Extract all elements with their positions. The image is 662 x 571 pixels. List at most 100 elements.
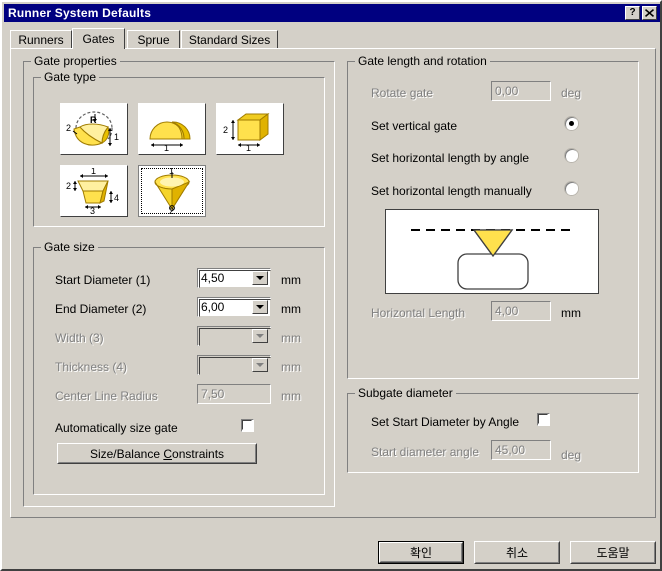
gate-type-trapezoid-gate[interactable]: 1 2 4 3 <box>60 165 128 217</box>
gate-properties-legend: Gate properties <box>31 54 120 68</box>
gate-type-group: Gate type 1 R 2 1 2 1 1 2 4 3 1 2 <box>33 70 325 227</box>
center-line-radius-value: 7,50 <box>201 387 225 401</box>
chevron-down-icon <box>252 358 268 372</box>
subgate-diameter-group: Subgate diameter Set Start Diameter by A… <box>347 386 639 473</box>
svg-text:1: 1 <box>164 143 169 152</box>
width-combo <box>197 326 271 346</box>
subgate-diameter-legend: Subgate diameter <box>355 386 456 400</box>
help-button[interactable]: 도움말 <box>570 541 656 564</box>
svg-text:2: 2 <box>223 125 228 135</box>
tab-standard-sizes-label: Standard Sizes <box>188 33 271 47</box>
rotate-gate-field: 0,00 <box>491 81 551 101</box>
chevron-down-icon[interactable] <box>252 300 268 314</box>
rotate-gate-unit: deg <box>561 86 582 100</box>
window-title: Runner System Defaults <box>8 6 152 20</box>
svg-text:1: 1 <box>114 132 119 142</box>
start-diameter-angle-field: 45,00 <box>491 440 551 460</box>
tab-standard-sizes[interactable]: Standard Sizes <box>181 30 278 49</box>
svg-text:2: 2 <box>169 206 174 214</box>
cone-subgate-icon: 1 2 <box>154 168 191 214</box>
close-icon[interactable] <box>642 6 657 20</box>
set-vertical-gate-radio[interactable] <box>565 117 578 130</box>
rectangular-gate-icon: 2 1 <box>223 113 270 152</box>
rotate-gate-value: 0,00 <box>495 84 519 98</box>
title-bar-buttons: ? <box>625 6 660 20</box>
radio-dot <box>569 121 574 126</box>
gate-preview-svg <box>411 229 573 290</box>
svg-text:1: 1 <box>246 143 251 152</box>
svg-text:2: 2 <box>66 181 71 191</box>
start-diameter-angle-unit: deg <box>561 448 582 462</box>
gate-type-half-round-gate[interactable]: 1 <box>138 103 206 155</box>
svg-text:3: 3 <box>90 206 95 214</box>
set-start-diameter-by-angle-checkbox[interactable] <box>537 413 550 426</box>
gate-size-group: Gate size Start Diameter (1) 4,50 mm End… <box>33 240 325 495</box>
cancel-button[interactable]: 취소 <box>474 541 560 564</box>
gate-type-curved-banana-gate[interactable]: 1 R 2 <box>60 103 128 155</box>
tab-panel-gates: Gate properties Gate type 1 R 2 1 2 1 1 … <box>10 48 656 518</box>
horizontal-length-field: 4,00 <box>491 301 551 321</box>
svg-text:1: 1 <box>91 168 96 176</box>
gate-length-rotation-group: Gate length and rotation Rotate gate 0,0… <box>347 54 639 379</box>
end-diameter-label: End Diameter (2) <box>55 302 147 316</box>
size-balance-constraints-button[interactable]: Size/Balance Constraints <box>57 443 257 464</box>
chevron-down-icon[interactable] <box>252 271 268 285</box>
start-diameter-value: 4,50 <box>201 271 225 285</box>
horizontal-length-unit: mm <box>561 306 581 320</box>
start-diameter-angle-label: Start diameter angle <box>371 445 480 459</box>
tab-strip: Runners Gates Sprue Standard Sizes <box>10 28 656 49</box>
start-diameter-label: Start Diameter (1) <box>55 273 151 287</box>
center-line-radius-unit: mm <box>281 389 301 403</box>
thickness-label: Thickness (4) <box>55 360 128 374</box>
tab-runners[interactable]: Runners <box>10 30 72 49</box>
gate-type-cone-subgate[interactable]: 1 2 <box>138 165 206 217</box>
horizontal-length-value: 4,00 <box>495 304 519 318</box>
tab-sprue-label: Sprue <box>137 33 170 47</box>
set-horizontal-manually-label: Set horizontal length manually <box>371 184 532 198</box>
tab-sprue[interactable]: Sprue <box>127 30 180 49</box>
end-diameter-unit: mm <box>281 302 301 316</box>
center-line-radius-label: Center Line Radius <box>55 389 158 403</box>
width-unit: mm <box>281 331 301 345</box>
gate-size-legend: Gate size <box>41 240 98 254</box>
width-label: Width (3) <box>55 331 104 345</box>
rotate-gate-label: Rotate gate <box>371 86 434 100</box>
end-diameter-combo[interactable]: 6,00 <box>197 297 271 317</box>
tab-runners-label: Runners <box>18 33 64 47</box>
help-icon[interactable]: ? <box>625 6 640 20</box>
runner-system-defaults-dialog: Runner System Defaults ? Runners Gates S… <box>0 0 662 571</box>
gate-length-rotation-legend: Gate length and rotation <box>355 54 490 68</box>
ok-button[interactable]: 확인 <box>378 541 464 564</box>
start-diameter-combo[interactable]: 4,50 <box>197 268 271 288</box>
curved-banana-gate-icon: 1 R 2 <box>66 111 119 146</box>
set-horizontal-by-angle-radio[interactable] <box>565 149 578 162</box>
gate-type-legend: Gate type <box>41 70 100 84</box>
trapezoid-gate-icon: 1 2 4 3 <box>66 168 119 214</box>
title-bar[interactable]: Runner System Defaults ? <box>4 4 660 22</box>
horizontal-length-label: Horizontal Length <box>371 306 466 320</box>
ok-button-label: 확인 <box>409 546 433 560</box>
set-start-diameter-by-angle-label: Set Start Diameter by Angle <box>371 415 520 429</box>
cancel-button-label: 취소 <box>505 546 529 560</box>
thickness-unit: mm <box>281 360 301 374</box>
gate-type-rectangular-gate[interactable]: 2 1 <box>216 103 284 155</box>
auto-size-gate-label: Automatically size gate <box>55 421 178 435</box>
set-vertical-gate-label: Set vertical gate <box>371 119 458 133</box>
auto-size-gate-checkbox[interactable] <box>241 419 254 432</box>
svg-text:1: 1 <box>169 168 174 176</box>
start-diameter-unit: mm <box>281 273 301 287</box>
svg-text:2: 2 <box>66 123 71 133</box>
half-round-gate-icon: 1 <box>149 121 191 152</box>
close-x-glyph <box>645 9 654 17</box>
set-horizontal-by-angle-label: Set horizontal length by angle <box>371 151 530 165</box>
gate-properties-group: Gate properties Gate type 1 R 2 1 2 1 1 … <box>23 54 335 507</box>
set-horizontal-manually-radio[interactable] <box>565 182 578 195</box>
end-diameter-value: 6,00 <box>201 300 225 314</box>
gate-preview-diagram <box>385 209 599 294</box>
size-balance-constraints-label: Size/Balance Constraints <box>89 446 225 461</box>
start-diameter-angle-value: 45,00 <box>495 443 526 457</box>
tab-gates[interactable]: Gates <box>72 28 125 49</box>
tab-gates-label: Gates <box>82 32 115 46</box>
thickness-combo <box>197 355 271 375</box>
help-button-label: 도움말 <box>596 546 630 560</box>
